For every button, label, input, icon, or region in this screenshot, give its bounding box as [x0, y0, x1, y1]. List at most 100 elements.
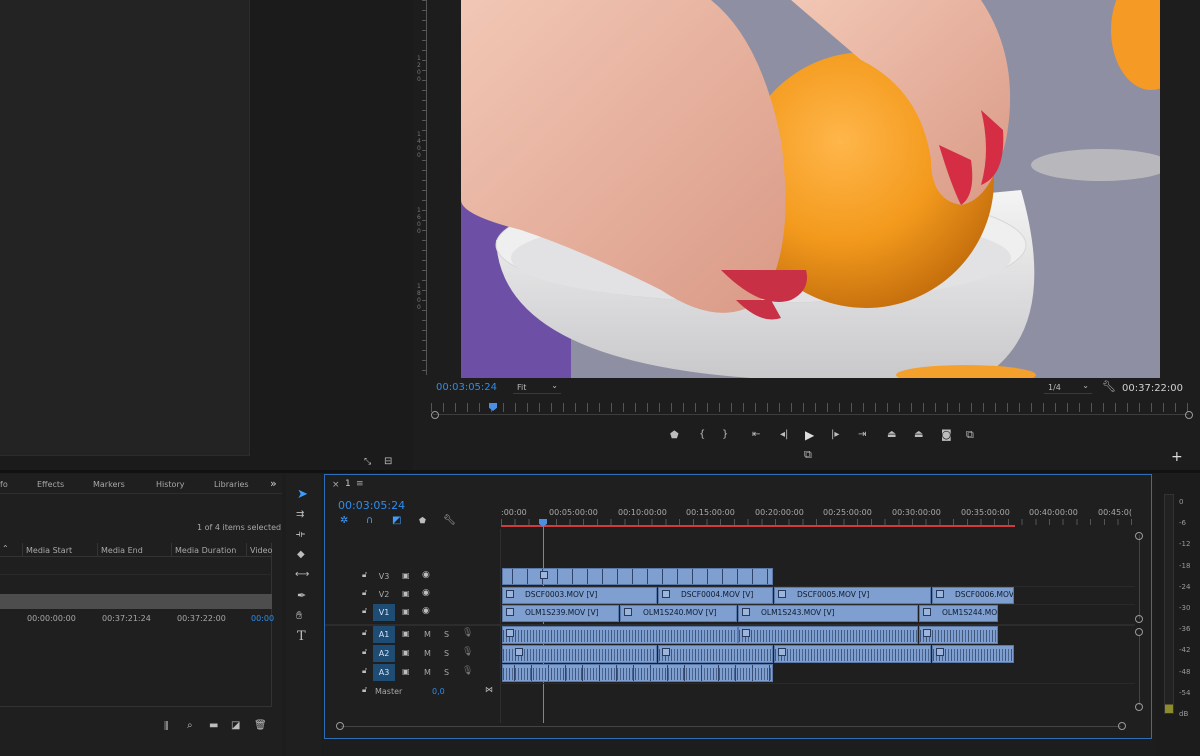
v-scroll-handle[interactable]: [1135, 532, 1143, 540]
video-clip-v2[interactable]: DSCF0005.MOV [V]: [774, 587, 931, 604]
lift-icon[interactable]: ⏏: [887, 430, 896, 440]
sequence-menu-icon[interactable]: ≡: [356, 479, 364, 489]
trash-icon[interactable]: 🗑︎: [254, 721, 267, 731]
eye-icon[interactable]: ◉: [422, 589, 430, 598]
audio-vertical-scrollbar[interactable]: [1139, 635, 1140, 705]
step-back-icon[interactable]: ◂|: [780, 430, 788, 440]
v-scroll-handle[interactable]: [1135, 615, 1143, 623]
solo-button[interactable]: S: [444, 630, 449, 639]
timeline-settings-icon[interactable]: 🔧︎: [443, 516, 456, 526]
track-label-v1[interactable]: V1: [373, 604, 395, 621]
new-bin-icon[interactable]: ▬: [209, 721, 218, 731]
sync-lock-icon[interactable]: ▣: [402, 649, 410, 657]
solo-button[interactable]: S: [444, 649, 449, 658]
sync-lock-icon[interactable]: ▣: [402, 590, 410, 598]
add-marker-icon[interactable]: ⬟: [419, 517, 426, 525]
lock-icon[interactable]: 🔓︎: [362, 648, 367, 656]
extract-icon[interactable]: ⏏: [914, 430, 923, 440]
audio-clip-a1[interactable]: [502, 626, 738, 644]
track-select-tool-icon[interactable]: ⇉: [296, 510, 304, 520]
v-scroll-handle[interactable]: [1135, 703, 1143, 711]
video-clip-v2[interactable]: DSCF0004.MOV [V]: [658, 587, 773, 604]
tab-info[interactable]: fo: [0, 480, 8, 489]
program-time-ruler[interactable]: [431, 403, 1189, 412]
go-to-out-icon[interactable]: ⇥: [858, 430, 866, 440]
nest-icon[interactable]: ✲: [340, 516, 348, 526]
slip-tool-icon[interactable]: ⟷: [295, 570, 309, 580]
audio-clip-a1[interactable]: [738, 626, 918, 644]
audio-clip-a1[interactable]: [919, 626, 998, 644]
timeline-timecode[interactable]: 00:03:05:24: [338, 499, 405, 512]
step-forward-icon[interactable]: |▸: [831, 430, 839, 440]
sync-lock-icon[interactable]: ▣: [402, 608, 410, 616]
scroll-handle-right[interactable]: [1185, 411, 1193, 419]
track-label-v2[interactable]: V2: [373, 586, 395, 603]
column-media-end[interactable]: Media End: [101, 546, 143, 555]
play-icon[interactable]: ▶: [805, 429, 814, 441]
pen-tool-icon[interactable]: ✒: [297, 590, 306, 601]
razor-tool-icon[interactable]: ◆: [297, 550, 305, 560]
video-clip-v2[interactable]: DSCF0003.MOV [V]: [502, 587, 657, 604]
add-button-icon[interactable]: +: [1171, 450, 1183, 464]
lock-icon[interactable]: 🔓︎: [362, 589, 367, 597]
close-sequence-icon[interactable]: ×: [332, 480, 340, 490]
go-to-in-icon[interactable]: ⇤: [752, 430, 760, 440]
sync-lock-icon[interactable]: ▣: [402, 668, 410, 676]
timeline-vertical-scrollbar[interactable]: [1139, 535, 1140, 619]
tab-history[interactable]: History: [156, 480, 184, 489]
zoom-scrollbar[interactable]: [433, 414, 1189, 419]
lock-icon[interactable]: 🔓︎: [362, 667, 367, 675]
microphone-icon[interactable]: 🎙︎: [462, 648, 473, 657]
lock-icon[interactable]: 🔓︎: [362, 607, 367, 615]
selection-tool-icon[interactable]: ➤: [297, 488, 308, 501]
video-clip-v1[interactable]: OLM1S240.MOV [V]: [620, 605, 737, 622]
track-label-v3[interactable]: V3: [373, 568, 395, 585]
table-row[interactable]: [0, 557, 272, 575]
mute-button[interactable]: M: [424, 630, 431, 639]
eye-icon[interactable]: ◉: [422, 607, 430, 616]
video-clip-v2[interactable]: DSCF0006.MOV: [932, 587, 1014, 604]
h-scroll-handle[interactable]: [1118, 722, 1126, 730]
program-timecode[interactable]: 00:03:05:24: [436, 382, 497, 393]
audio-clip-a2[interactable]: [774, 645, 931, 663]
lock-icon[interactable]: 🔓︎: [362, 686, 367, 694]
video-clip-v3[interactable]: [502, 568, 773, 585]
mark-in-icon[interactable]: {: [699, 430, 705, 440]
resolution-dropdown[interactable]: 1/4 ⌄: [1044, 381, 1092, 394]
audio-clip-a2[interactable]: [502, 645, 657, 663]
compare-view-icon[interactable]: ⧉: [966, 429, 974, 440]
audio-clip-a2[interactable]: [932, 645, 1014, 663]
toggle-proxies-icon[interactable]: ⧉: [804, 449, 812, 460]
timeline-horizontal-scrollbar[interactable]: [341, 726, 1121, 727]
sync-lock-icon[interactable]: ▣: [402, 630, 410, 638]
sort-up-icon[interactable]: ⌃: [2, 545, 9, 553]
video-clip-v1[interactable]: OLM1S239.MOV [V]: [502, 605, 619, 622]
hand-tool-icon[interactable]: ✋︎: [296, 610, 302, 621]
lock-icon[interactable]: 🔓︎: [362, 571, 367, 579]
camera-icon[interactable]: ◙: [941, 429, 952, 440]
scroll-handle-left[interactable]: [431, 411, 439, 419]
table-row-selected[interactable]: [0, 594, 272, 609]
work-area-bar[interactable]: [501, 525, 1015, 527]
tab-libraries[interactable]: Libraries: [214, 480, 249, 489]
sync-lock-icon[interactable]: ▣: [402, 572, 410, 580]
track-label-a2[interactable]: A2: [373, 645, 395, 662]
track-label-a3[interactable]: A3: [373, 664, 395, 681]
solo-button[interactable]: S: [444, 668, 449, 677]
mute-button[interactable]: M: [424, 649, 431, 658]
tab-markers[interactable]: Markers: [93, 480, 125, 489]
microphone-icon[interactable]: 🎙︎: [462, 629, 473, 638]
column-video[interactable]: Video: [250, 546, 272, 555]
eye-icon[interactable]: ◉: [422, 571, 430, 580]
timeline-ruler[interactable]: :00:00 00:05:00:00 00:10:00:00 00:15:00:…: [501, 505, 1135, 527]
settings-icon[interactable]: ⊟: [384, 457, 392, 467]
fit-dropdown[interactable]: Fit ⌄: [513, 381, 561, 394]
type-tool-icon[interactable]: T: [297, 630, 306, 643]
linked-selection-icon[interactable]: ◩: [392, 516, 401, 526]
table-row[interactable]: 00:00:00:00 00:37:21:24 00:37:22:00 00:0…: [0, 611, 274, 627]
automate-to-sequence-icon[interactable]: ⫼: [164, 722, 169, 732]
audio-clip-a3[interactable]: [502, 664, 773, 682]
master-volume[interactable]: 0,0: [432, 687, 445, 696]
video-clip-v1[interactable]: OLM1S243.MOV [V]: [738, 605, 918, 622]
search-icon[interactable]: ⌕: [187, 721, 193, 731]
